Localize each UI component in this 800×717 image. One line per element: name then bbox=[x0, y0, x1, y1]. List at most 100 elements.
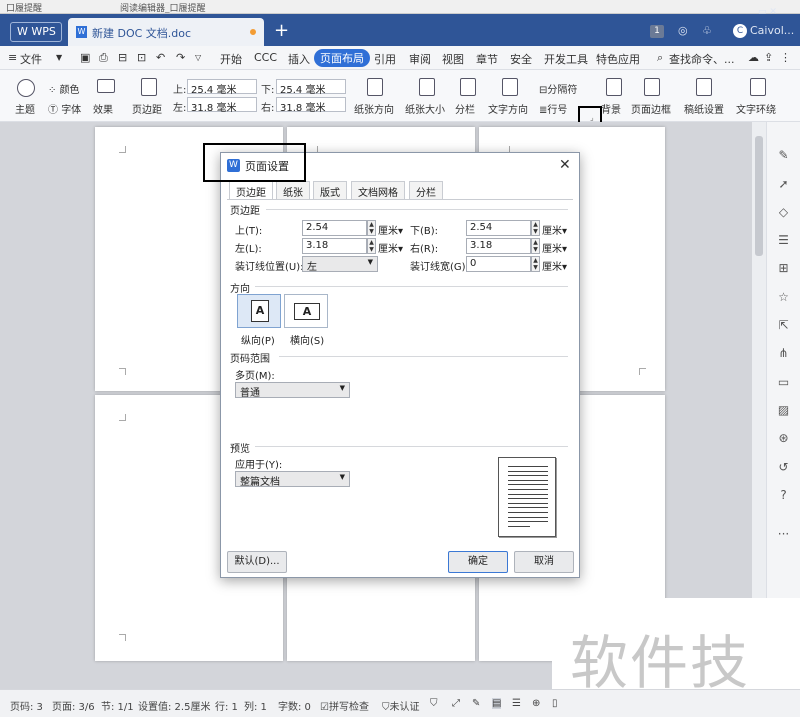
picture-icon[interactable]: ▨ bbox=[776, 403, 791, 418]
menu-item-review[interactable]: 审阅 bbox=[409, 51, 431, 67]
ok-button[interactable]: 确定 bbox=[448, 551, 508, 573]
paper-size-icon[interactable] bbox=[419, 78, 435, 96]
text-direction-label[interactable]: 文字方向 bbox=[488, 101, 528, 116]
status-col[interactable]: 列: 1 bbox=[244, 698, 267, 713]
apply-to-select[interactable]: 整篇文档 ▼ bbox=[235, 471, 350, 488]
preview-icon[interactable]: ⊡ bbox=[137, 51, 146, 64]
orientation-label[interactable]: 纸张方向 bbox=[354, 101, 394, 116]
star-icon[interactable]: ☆ bbox=[776, 290, 791, 305]
top-margin-stepper[interactable]: ▲ ▼ bbox=[367, 220, 376, 236]
right-margin-unit[interactable]: 厘米▾ bbox=[542, 240, 567, 255]
file-menu[interactable]: 文件 bbox=[20, 51, 42, 67]
colors-button[interactable]: ⁘ 颜色 bbox=[48, 81, 80, 96]
bottom-margin-unit[interactable]: 厘米▾ bbox=[542, 222, 567, 237]
spellcheck-button[interactable]: ☑拼写检查 bbox=[320, 698, 369, 713]
fonts-button[interactable]: Ⓣ 字体 bbox=[48, 101, 81, 116]
manuscript-icon[interactable] bbox=[696, 78, 712, 96]
right-margin-stepper[interactable]: ▲ ▼ bbox=[531, 238, 540, 254]
tab-columns[interactable]: 分栏 bbox=[409, 181, 443, 199]
status-pages[interactable]: 页面: 3/6 bbox=[52, 698, 95, 713]
shirt-icon[interactable]: ♧ bbox=[702, 24, 712, 37]
outline-view-icon[interactable]: ☰ bbox=[512, 698, 521, 709]
bottom-margin-stepper[interactable]: ▲ ▼ bbox=[531, 220, 540, 236]
quick-access-chevron-icon[interactable]: ▽ bbox=[195, 53, 201, 62]
left-margin-stepper[interactable]: ▲ ▼ bbox=[367, 238, 376, 254]
paper-size-label[interactable]: 纸张大小 bbox=[405, 101, 445, 116]
status-row[interactable]: 行: 1 bbox=[215, 698, 238, 713]
bottom-margin-input[interactable]: 2.54 bbox=[466, 220, 531, 236]
gutter-position-select[interactable]: 左 ▼ bbox=[302, 256, 378, 273]
effects-icon[interactable] bbox=[97, 79, 115, 93]
menu-item-developer[interactable]: 开发工具 bbox=[544, 51, 588, 67]
read-view-icon[interactable]: ▯ bbox=[552, 698, 558, 709]
columns-label[interactable]: 分栏 bbox=[455, 101, 475, 116]
menu-item-security[interactable]: 安全 bbox=[510, 51, 532, 67]
margins-icon[interactable] bbox=[141, 78, 157, 96]
menu-item-references[interactable]: 引用 bbox=[374, 51, 396, 67]
close-icon[interactable]: ✕ bbox=[559, 157, 571, 173]
cancel-button[interactable]: 取消 bbox=[514, 551, 574, 573]
search-icon[interactable]: ⌕ bbox=[657, 51, 663, 65]
background-label[interactable]: 背景 bbox=[601, 101, 621, 116]
page-border-icon[interactable] bbox=[644, 78, 660, 96]
pen-mode-icon[interactable]: ✎ bbox=[472, 698, 480, 709]
columns-icon[interactable] bbox=[460, 78, 476, 96]
more-options-icon[interactable]: ··· bbox=[776, 527, 791, 542]
redo-icon[interactable]: ↷ bbox=[176, 51, 185, 64]
status-words[interactable]: 字数: 0 bbox=[278, 698, 311, 713]
page-view-icon[interactable]: ▤ bbox=[492, 698, 502, 709]
left-margin-input[interactable]: 3.18 bbox=[302, 238, 367, 254]
skin-icon[interactable]: ◎ bbox=[678, 24, 688, 37]
save-icon[interactable]: ▣ bbox=[80, 51, 90, 64]
wps-home-tab[interactable]: W WPS bbox=[10, 22, 62, 42]
top-margin-unit[interactable]: 厘米▾ bbox=[378, 222, 403, 237]
chevron-down-icon[interactable]: ▼ bbox=[56, 53, 62, 62]
menu-item-insert[interactable]: 插入 bbox=[288, 51, 310, 67]
default-button[interactable]: 默认(D)... bbox=[227, 551, 287, 573]
hamburger-icon[interactable]: ≡ bbox=[8, 51, 17, 64]
help-icon[interactable]: ? bbox=[776, 488, 791, 503]
new-tab-button[interactable]: + bbox=[274, 20, 289, 41]
more-icon[interactable]: ⋮ bbox=[780, 51, 791, 64]
certification-button[interactable]: ⛉未认证 bbox=[382, 698, 420, 713]
window-count-badge[interactable]: 1 bbox=[650, 25, 664, 38]
effects-label[interactable]: 效果 bbox=[93, 101, 113, 116]
text-direction-icon[interactable] bbox=[502, 78, 518, 96]
orientation-icon[interactable] bbox=[367, 78, 383, 96]
menu-item-chapter[interactable]: 章节 bbox=[476, 51, 498, 67]
window-controls[interactable]: ▭ ✕ bbox=[758, 7, 777, 17]
cloud-icon[interactable]: ☁ bbox=[748, 51, 759, 64]
gutter-width-unit[interactable]: 厘米▾ bbox=[542, 258, 567, 273]
menu-item-start[interactable]: 开始 bbox=[220, 51, 242, 67]
download-icon[interactable]: ⊛ bbox=[776, 431, 791, 446]
background-icon[interactable] bbox=[606, 78, 622, 96]
page-border-label[interactable]: 页面边框 bbox=[631, 101, 671, 116]
command-search[interactable]: 查找命令、... bbox=[669, 51, 735, 67]
menu-item-view[interactable]: 视图 bbox=[442, 51, 464, 67]
text-wrap-label[interactable]: 文字环绕 bbox=[736, 101, 776, 116]
top-margin-input[interactable]: 2.54 bbox=[302, 220, 367, 236]
gutter-width-input[interactable]: 0 bbox=[466, 256, 531, 272]
print-icon[interactable]: ⊟ bbox=[118, 51, 127, 64]
right-margin-input[interactable]: 3.18 bbox=[466, 238, 531, 254]
manuscript-label[interactable]: 稿纸设置 bbox=[684, 101, 724, 116]
history-icon[interactable]: ↺ bbox=[776, 460, 791, 475]
web-view-icon[interactable]: ⊕ bbox=[532, 698, 540, 709]
user-name[interactable]: Caivol... bbox=[750, 24, 794, 37]
user-avatar[interactable]: C bbox=[733, 24, 747, 38]
margins-label[interactable]: 页边距 bbox=[132, 101, 162, 116]
text-wrap-icon[interactable] bbox=[750, 78, 766, 96]
multiple-pages-select[interactable]: 普通 ▼ bbox=[235, 382, 350, 399]
tab-margins[interactable]: 页边距 bbox=[229, 181, 273, 200]
theme-icon[interactable] bbox=[17, 79, 35, 97]
ribbon-right-margin-input[interactable]: 31.8 毫米 bbox=[276, 97, 346, 114]
ribbon-bottom-margin-input[interactable]: 25.4 毫米 bbox=[276, 79, 346, 96]
share-out-icon[interactable]: ⇱ bbox=[776, 318, 791, 333]
status-setting[interactable]: 设置值: 2.5厘米 bbox=[138, 698, 210, 713]
archive-icon[interactable]: ▭ bbox=[776, 375, 791, 390]
export-icon[interactable]: ⎙ bbox=[99, 51, 108, 65]
menu-item-special[interactable]: 特色应用 bbox=[596, 51, 640, 67]
pen-icon[interactable]: ✎ bbox=[776, 148, 791, 163]
share-icon[interactable]: ⇪ bbox=[764, 51, 773, 64]
tab-paper[interactable]: 纸张 bbox=[276, 181, 310, 199]
